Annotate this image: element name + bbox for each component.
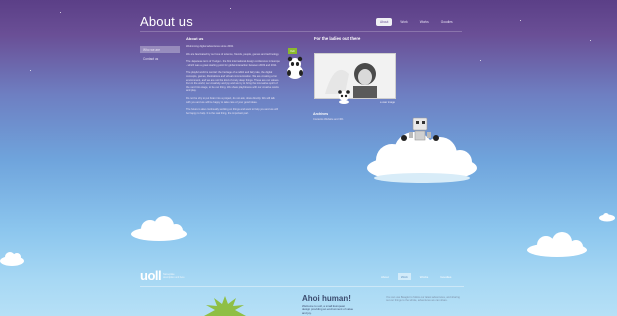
nav-goodies[interactable]: Goodies [437,18,457,26]
profile-photo [314,53,396,99]
star-decoration [60,12,61,13]
footer-nav-works[interactable]: Works [417,273,431,280]
star-decoration [520,20,521,21]
nav-work[interactable]: Work [396,18,411,26]
profile-photo-image [315,54,395,98]
content-paragraph: The Japanese term of Yuulgui - the first… [186,60,280,67]
footer-nav-goodies[interactable]: Goodies [437,273,454,280]
cloud-decoration [599,213,615,222]
archives-heading: Archives [313,112,329,116]
panda-mascot-icon [287,56,303,79]
footer-logo[interactable]: uoll [140,268,162,283]
main-content: About us Welcoming digital adventures si… [186,36,280,119]
sidebar-item-contact-us[interactable]: Contact us [140,55,180,62]
star-decoration [30,70,31,71]
ahoi-text: Welcome to uoll, a small European design… [302,304,353,315]
star-decoration [480,60,481,61]
content-paragraph: The playful world is central: the herita… [186,71,280,93]
content-heading: About us [186,36,204,41]
sidebar-item-who-we-are[interactable]: Who we are [140,46,180,53]
right-column-title: For the ladies out there [314,36,361,41]
ahoi-heading: Ahoi human! [302,294,351,303]
footer-divider [140,286,464,287]
green-starburst-illustration [204,296,246,316]
content-paragraph: Do not be shy to put brain into a projec… [186,96,275,104]
content-paragraph: We are fascinated by our love of science… [186,52,280,56]
header-divider [140,31,462,32]
content-paragraph: The future is also continually working o… [186,108,278,115]
star-decoration [230,8,231,9]
footer-nav: About Work Works Goodies [378,273,454,280]
top-nav: About Work Works Goodies [376,18,457,26]
sidebar: Who we are Contact us [140,46,180,64]
star-decoration [590,40,591,41]
footer-nav-work[interactable]: Work [397,273,411,280]
cloud-decoration [0,252,24,266]
content-paragraph: Welcoming digital adventures since 2002. [186,45,234,48]
nav-works[interactable]: Works [416,18,433,26]
tag-badge: Vuh [288,48,297,54]
footer-logo-subtitle: Nameplate description unit here [163,273,185,279]
robot-on-cloud-illustration [367,117,477,183]
footer-nav-about[interactable]: About [378,273,392,280]
nav-about[interactable]: About [376,18,393,26]
cloud-decoration [131,216,187,241]
panda-small-icon [338,90,350,104]
photo-caption: a user image [380,101,395,104]
archives-text[interactable]: Contents Website and 301 [313,118,344,121]
cloud-decoration [527,232,587,257]
footer-paragraph: You can use Beaglet to follow our latest… [386,296,460,303]
logo-sub-line: description unit here [163,276,185,279]
page-title: About us [140,14,193,29]
